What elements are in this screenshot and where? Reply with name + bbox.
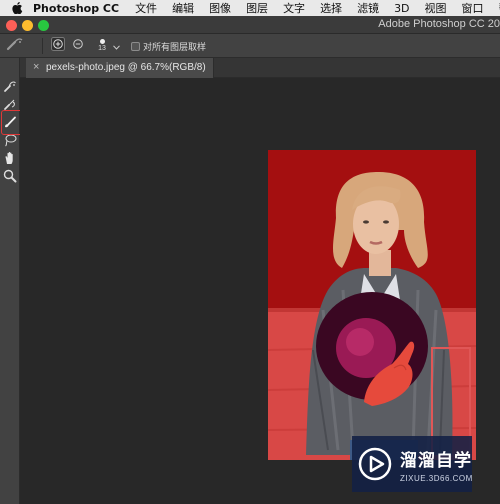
menu-view[interactable]: 视图 (425, 0, 447, 16)
quick-selection-brush-icon (6, 37, 24, 56)
quick-selection-tool[interactable] (2, 80, 18, 96)
subtract-from-selection-button[interactable] (70, 37, 86, 55)
zoom-icon (3, 169, 17, 188)
brush-size-picker[interactable]: 13 (95, 37, 109, 52)
menu-bar: Photoshop CC 文件 编辑 图像 图层 文字 选择 滤镜 3D 视图 … (0, 0, 500, 16)
options-divider (42, 38, 43, 54)
menu-layer[interactable]: 图层 (246, 0, 268, 16)
document-tab-title: pexels-photo.jpeg @ 66.7%(RGB/8) (46, 62, 206, 73)
watermark-url: ZIXUE.3D66.COM (400, 473, 473, 483)
window-close-button[interactable] (6, 20, 17, 31)
brush-tip-icon (99, 39, 105, 44)
document-tab[interactable]: × pexels-photo.jpeg @ 66.7%(RGB/8) (26, 58, 214, 78)
lasso-icon (3, 133, 17, 152)
play-logo-icon (358, 447, 392, 481)
tab-close-icon[interactable]: × (33, 61, 39, 73)
menu-edit[interactable]: 编辑 (172, 0, 194, 16)
lasso-tool[interactable] (2, 134, 18, 150)
plus-circle-icon (51, 36, 65, 56)
watermark-title: 溜溜自学 (400, 450, 472, 471)
minus-circle-icon (71, 37, 85, 56)
menu-file[interactable]: 文件 (135, 0, 157, 16)
window-maximize-button[interactable] (38, 20, 49, 31)
site-watermark: 溜溜自学 ZIXUE.3D66.COM (352, 436, 472, 492)
menu-image[interactable]: 图像 (209, 0, 231, 16)
hand-icon (3, 151, 17, 170)
menu-window[interactable]: 窗口 (462, 0, 484, 16)
brush-size-value: 13 (98, 45, 106, 52)
chevron-down-icon (112, 37, 120, 55)
menu-type[interactable]: 文字 (283, 0, 305, 16)
sample-all-layers-checkbox[interactable] (131, 42, 140, 51)
options-bar: 13 对所有图层取样 (0, 34, 500, 58)
brush-size-dropdown[interactable] (111, 37, 121, 55)
masked-photo[interactable] (268, 150, 476, 460)
document-tab-bar: × pexels-photo.jpeg @ 66.7%(RGB/8) (20, 58, 500, 78)
sample-all-layers-label: 对所有图层取样 (143, 43, 207, 53)
apple-icon[interactable] (12, 2, 23, 14)
app-name-menu[interactable]: Photoshop CC (33, 2, 119, 15)
menu-filter[interactable]: 滤镜 (357, 0, 379, 16)
add-to-selection-button[interactable] (50, 36, 66, 56)
menu-3d[interactable]: 3D (394, 2, 409, 15)
window-title-bar: Adobe Photoshop CC 20 (0, 16, 500, 34)
hand-tool[interactable] (2, 151, 18, 170)
menu-select[interactable]: 选择 (320, 0, 342, 16)
quick-selection-brush-icon (3, 79, 17, 98)
zoom-tool[interactable] (2, 169, 18, 188)
window-minimize-button[interactable] (22, 20, 33, 31)
window-title: Adobe Photoshop CC 20 (378, 18, 500, 30)
tool-preset-picker[interactable] (4, 37, 26, 55)
